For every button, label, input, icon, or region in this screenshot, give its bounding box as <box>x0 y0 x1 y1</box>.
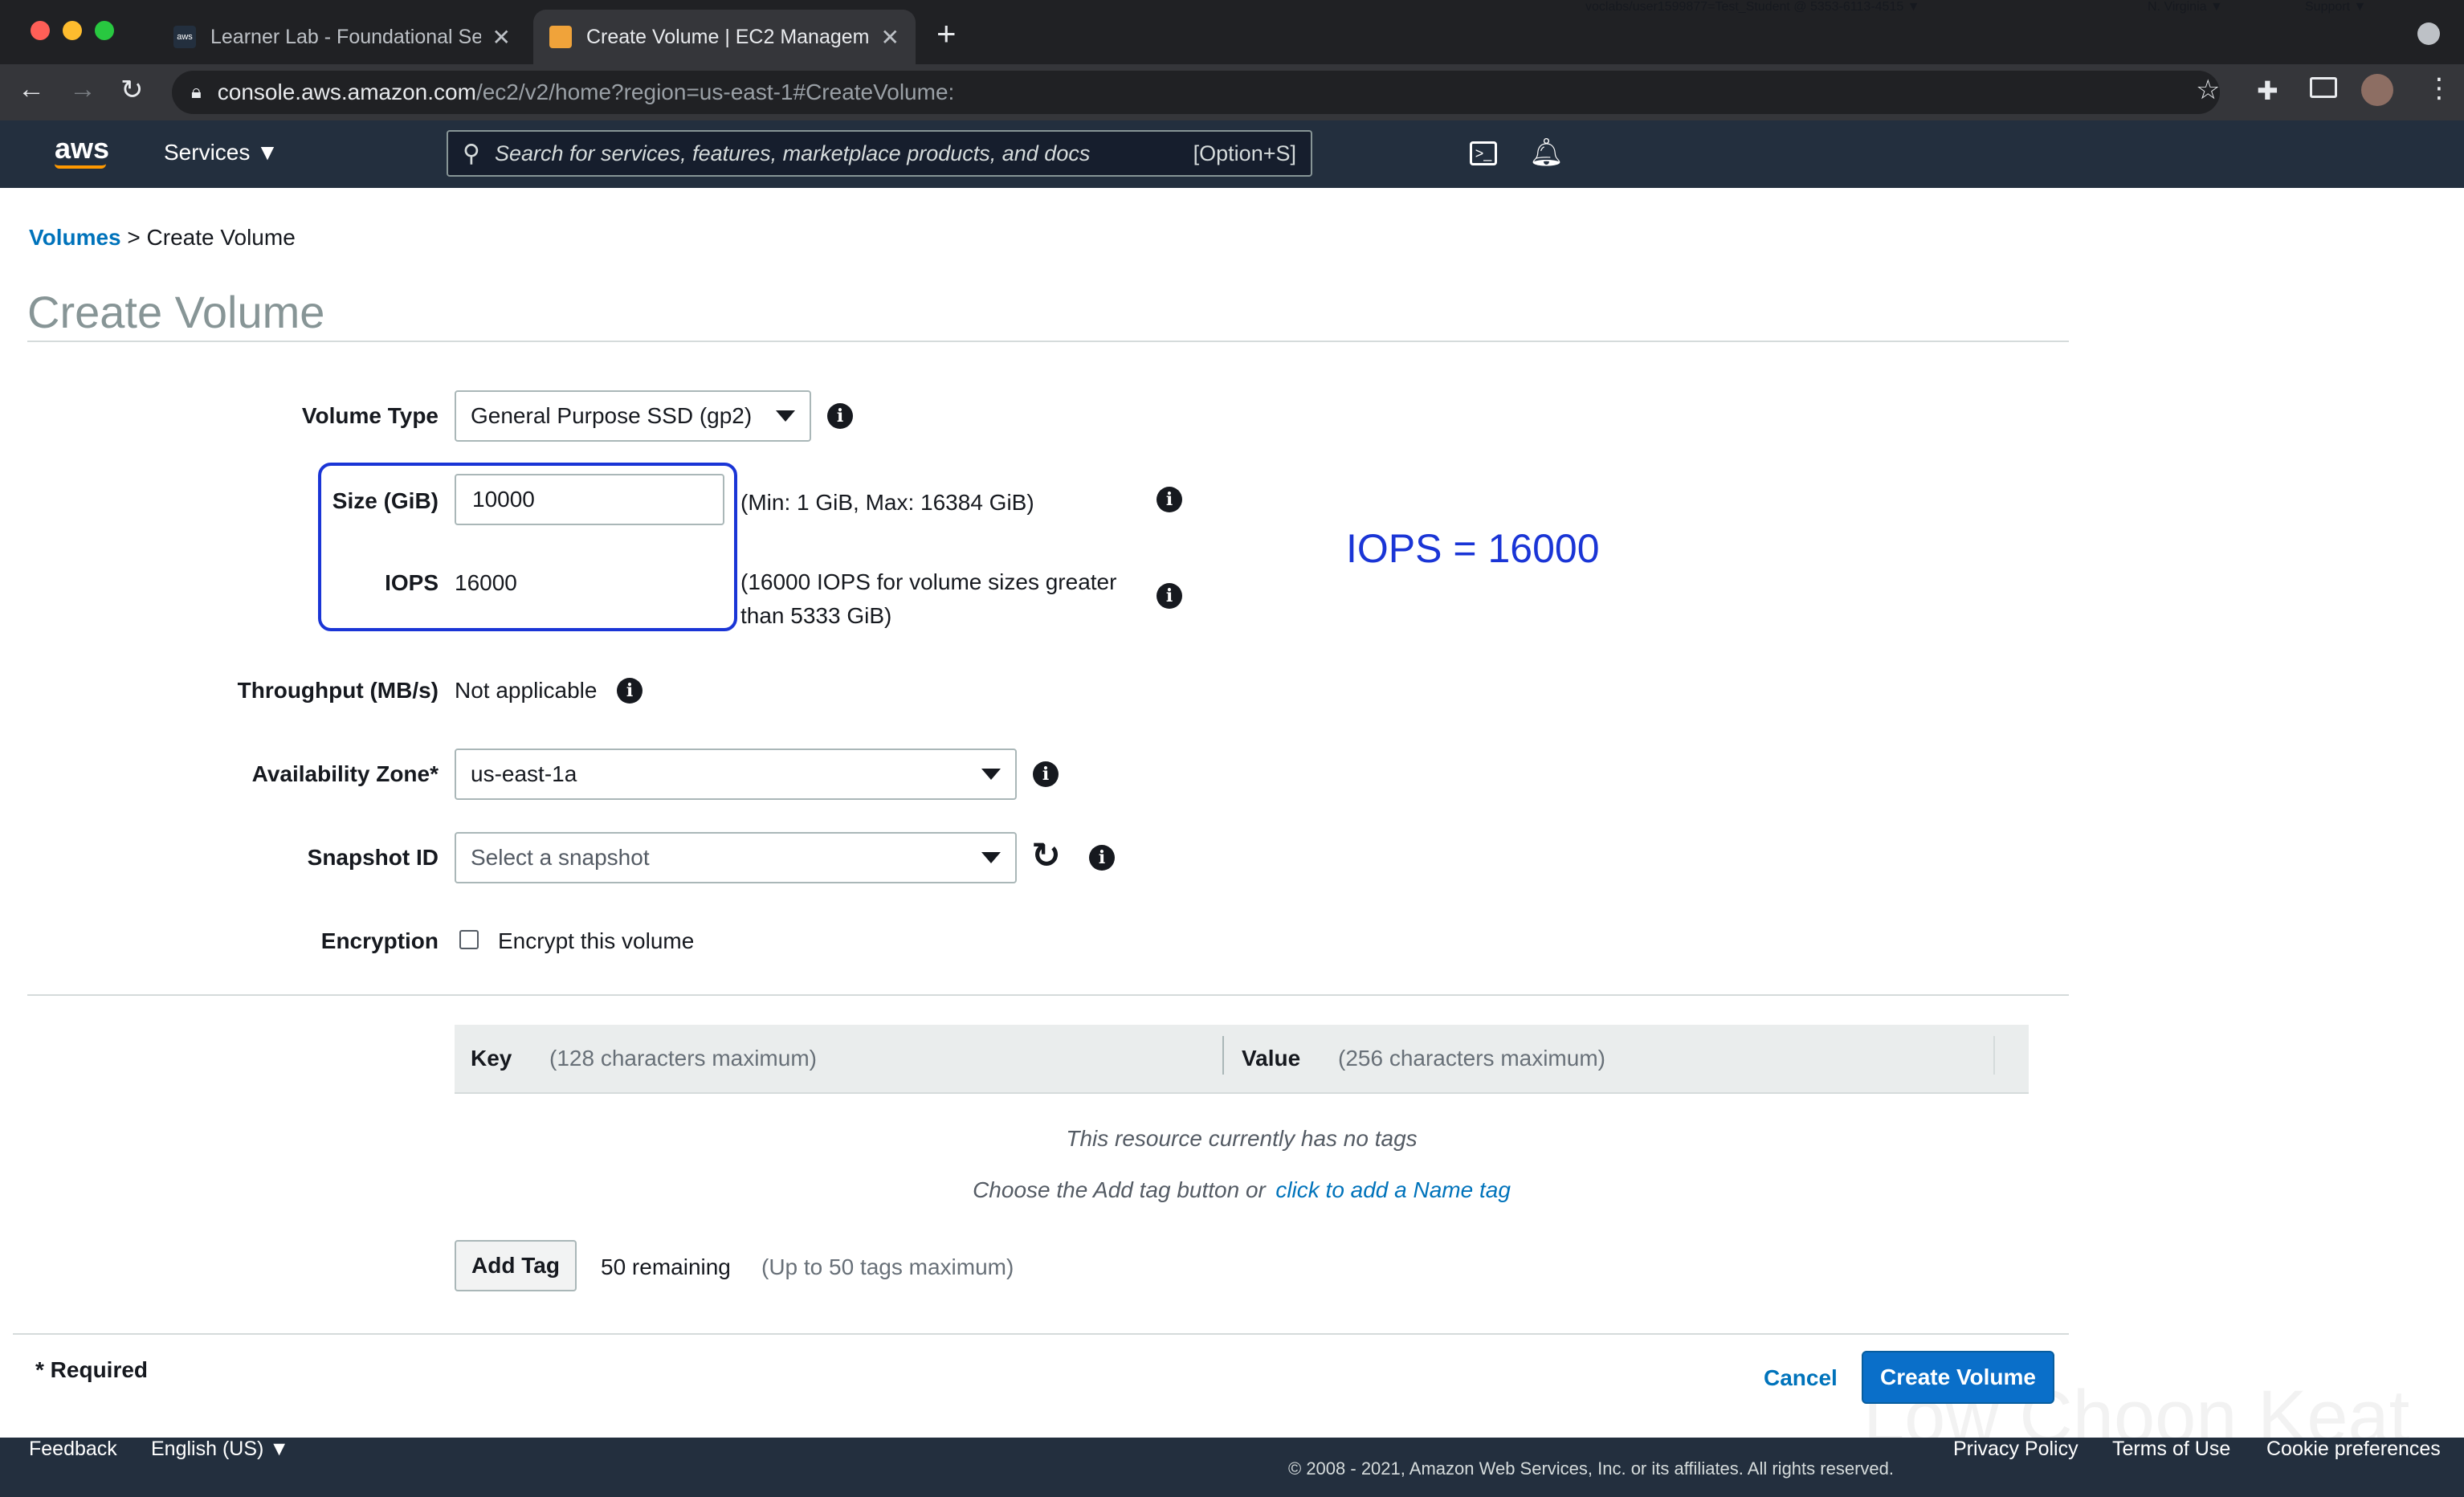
tags-choose-text: Choose the Add tag button or <box>973 1177 1266 1202</box>
search-placeholder: Search for services, features, marketpla… <box>494 141 1091 165</box>
close-tab-icon[interactable]: ✕ <box>492 24 511 51</box>
browser-tab-create-volume[interactable]: Create Volume | EC2 Managem ✕ <box>533 10 916 64</box>
back-icon[interactable]: ← <box>18 74 45 105</box>
tags-empty-message: This resource currently has no tags <box>1066 1126 1418 1151</box>
tags-choose-line: Choose the Add tag button or click to ad… <box>455 1177 2029 1203</box>
create-volume-button[interactable]: Create Volume <box>1862 1351 2054 1404</box>
snapshot-label: Snapshot ID <box>307 845 439 870</box>
browser-menu-icon[interactable]: ⋮ <box>2425 72 2453 104</box>
availability-zone-select[interactable]: us-east-1a <box>455 748 1017 800</box>
encrypt-checkbox-label[interactable]: Encrypt this volume <box>498 928 694 954</box>
breadcrumb-current: Create Volume <box>146 225 296 250</box>
address-bar[interactable]: 🔒︎ console.aws.amazon.com/ec2/v2/home?re… <box>172 71 2220 114</box>
bookmark-star-icon[interactable]: ☆ <box>2196 74 2220 106</box>
aws-favicon-icon: aws <box>173 26 196 48</box>
region-menu[interactable]: N. Virginia ▼ <box>2148 0 2223 14</box>
reload-icon[interactable]: ↻ <box>120 74 144 106</box>
services-label: Services <box>164 140 251 165</box>
account-menu[interactable]: voclabs/user1599877=Test_Student @ 5353-… <box>1585 0 1920 14</box>
column-divider <box>1222 1036 1224 1075</box>
actions-divider <box>13 1333 2069 1335</box>
url-path: /ec2/v2/home?region=us-east-1#CreateVolu… <box>475 80 955 104</box>
breadcrumb-separator: > <box>127 225 141 250</box>
cast-icon[interactable] <box>2310 77 2337 98</box>
search-icon: ⚲ <box>463 140 480 167</box>
column-divider <box>1993 1036 1995 1075</box>
info-icon[interactable]: i <box>1157 487 1182 512</box>
chevron-down-icon <box>981 769 1001 780</box>
profile-avatar[interactable] <box>2361 74 2393 106</box>
new-tab-icon[interactable]: + <box>936 14 957 53</box>
language-label: English (US) <box>151 1438 264 1460</box>
volume-type-value: General Purpose SSD (gp2) <box>471 403 753 428</box>
form-divider <box>27 994 2069 996</box>
search-shortcut: [Option+S] <box>1193 141 1296 165</box>
lock-icon: 🔒︎ <box>191 81 202 103</box>
title-divider <box>27 341 2069 342</box>
info-icon[interactable]: i <box>827 403 853 429</box>
tags-value-header: Value <box>1242 1046 1301 1071</box>
tab-title: Create Volume | EC2 Managem <box>586 25 870 48</box>
close-tab-icon[interactable]: ✕ <box>881 24 900 51</box>
tags-limit: (Up to 50 tags maximum) <box>761 1254 1014 1279</box>
aws-logo[interactable]: aws <box>55 132 109 165</box>
notifications-bell-icon[interactable]: 🔔︎ <box>1529 137 1564 169</box>
url-host: console.aws.amazon.com <box>217 80 476 104</box>
tab-title: Learner Lab - Foundational Ser <box>210 25 481 48</box>
services-menu[interactable]: Services ▼ <box>164 140 279 165</box>
snapshot-placeholder: Select a snapshot <box>471 845 650 870</box>
availability-zone-label: Availability Zone* <box>251 761 439 786</box>
availability-zone-value: us-east-1a <box>471 761 577 786</box>
ec2-favicon-icon <box>549 26 572 48</box>
iops-hint: (16000 IOPS for volume sizes greater tha… <box>740 565 1116 633</box>
throughput-value: Not applicable <box>455 678 598 703</box>
aws-logo-smile-icon <box>55 164 106 169</box>
required-note: * Required <box>35 1357 149 1382</box>
throughput-label: Throughput (MB/s) <box>237 678 439 703</box>
browser-tab-learner-lab[interactable]: aws Learner Lab - Foundational Ser ✕ <box>157 10 527 64</box>
aws-search-input[interactable]: ⚲ Search for services, features, marketp… <box>447 130 1312 177</box>
region-label: N. Virginia <box>2148 0 2207 14</box>
size-hint: (Min: 1 GiB, Max: 16384 GiB) <box>740 490 1034 515</box>
tags-remaining: 50 remaining <box>601 1254 731 1279</box>
extensions-icon[interactable]: ✚ <box>2257 75 2278 106</box>
iops-hint-line2: than 5333 GiB) <box>740 603 892 628</box>
tags-value-hint: (256 characters maximum) <box>1338 1046 1605 1071</box>
maximize-window-icon[interactable] <box>95 21 114 40</box>
cloudshell-icon[interactable]: >_ <box>1470 141 1497 165</box>
forward-icon[interactable]: → <box>69 74 96 105</box>
support-menu[interactable]: Support ▼ <box>2305 0 2366 14</box>
highlight-box <box>318 463 737 631</box>
snapshot-select[interactable]: Select a snapshot <box>455 832 1017 883</box>
info-icon[interactable]: i <box>617 678 643 704</box>
refresh-icon[interactable]: ↻ <box>1031 835 1061 876</box>
tags-key-header: Key <box>471 1046 512 1071</box>
info-icon[interactable]: i <box>1033 761 1059 787</box>
copyright-text: © 2008 - 2021, Amazon Web Services, Inc.… <box>1288 1458 1894 1479</box>
iops-annotation: IOPS = 16000 <box>1346 526 1600 571</box>
close-window-icon[interactable] <box>31 21 50 40</box>
breadcrumb: Volumes > Create Volume <box>29 225 296 251</box>
cancel-button[interactable]: Cancel <box>1764 1365 1838 1391</box>
add-name-tag-link[interactable]: click to add a Name tag <box>1275 1177 1511 1202</box>
tab-search-icon[interactable] <box>2417 22 2440 45</box>
volume-type-select[interactable]: General Purpose SSD (gp2) <box>455 390 811 442</box>
support-label: Support <box>2305 0 2351 14</box>
info-icon[interactable]: i <box>1089 845 1115 871</box>
iops-hint-line1: (16000 IOPS for volume sizes greater <box>740 569 1117 594</box>
cookie-preferences-link[interactable]: Cookie preferences <box>2266 1438 2464 1461</box>
encrypt-checkbox[interactable] <box>459 930 479 949</box>
account-label: voclabs/user1599877=Test_Student @ 5353-… <box>1585 0 1904 14</box>
chevron-down-icon <box>981 852 1001 863</box>
breadcrumb-volumes-link[interactable]: Volumes <box>29 225 121 250</box>
info-icon[interactable]: i <box>1157 583 1182 609</box>
volume-type-label: Volume Type <box>301 403 439 428</box>
minimize-window-icon[interactable] <box>63 21 82 40</box>
encryption-label: Encryption <box>320 928 439 953</box>
page-title: Create Volume <box>27 287 325 337</box>
chevron-down-icon <box>776 410 795 422</box>
add-tag-button[interactable]: Add Tag <box>455 1240 577 1291</box>
tags-key-hint: (128 characters maximum) <box>549 1046 817 1071</box>
